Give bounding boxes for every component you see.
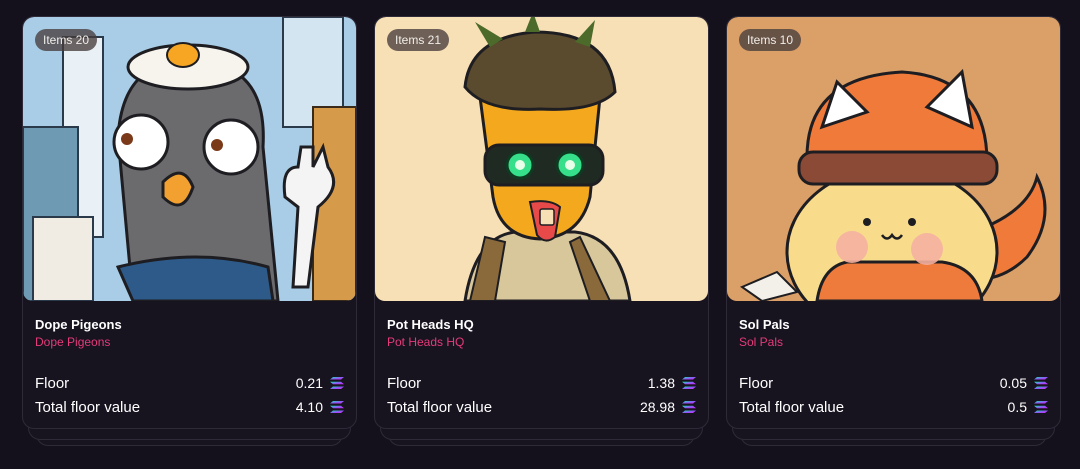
collection-image: Items 21 [375,17,708,301]
total-floor-label: Total floor value [35,398,141,416]
total-floor-value: 4.10 [295,399,323,415]
total-floor-row: Total floor value 28.98 [387,395,696,419]
collection-subtitle[interactable]: Sol Pals [739,335,1048,349]
total-floor-row: Total floor value 4.10 [35,395,344,419]
collection-image: Items 10 [727,17,1060,301]
solana-icon [682,401,696,413]
collection-image: Items 20 [23,17,356,301]
collection-card-sol-pals[interactable]: Items 10 Sol Pals Sol Pals Floor 0.05 To… [726,16,1061,429]
floor-row: Floor 0.21 [35,371,344,395]
solana-icon [682,377,696,389]
floor-value: 0.05 [999,375,1027,391]
items-count-badge: Items 20 [35,29,98,51]
collection-stack: Items 20 Dope Pigeons Dope Pigeons Floor… [22,16,357,446]
collection-stack: Items 21 Pot Heads HQ Pot Heads HQ Floor… [374,16,709,446]
floor-label: Floor [387,374,422,392]
solana-icon [1034,377,1048,389]
collection-card-pot-heads-hq[interactable]: Items 21 Pot Heads HQ Pot Heads HQ Floor… [374,16,709,429]
collections-grid: Items 20 Dope Pigeons Dope Pigeons Floor… [22,16,1061,446]
floor-value: 1.38 [647,375,675,391]
items-count-badge: Items 21 [387,29,450,51]
total-floor-row: Total floor value 0.5 [739,395,1048,419]
solana-icon [330,377,344,389]
total-floor-label: Total floor value [739,398,845,416]
floor-label: Floor [35,374,70,392]
solana-icon [330,401,344,413]
floor-label: Floor [739,374,774,392]
floor-row: Floor 0.05 [739,371,1048,395]
solana-icon [1034,401,1048,413]
items-count-badge: Items 10 [739,29,802,51]
floor-value: 0.21 [295,375,323,391]
collection-card-dope-pigeons[interactable]: Items 20 Dope Pigeons Dope Pigeons Floor… [22,16,357,429]
collection-name: Sol Pals [739,317,790,332]
total-floor-value: 0.5 [1007,399,1027,415]
collection-subtitle[interactable]: Dope Pigeons [35,335,344,349]
collection-subtitle[interactable]: Pot Heads HQ [387,335,696,349]
floor-row: Floor 1.38 [387,371,696,395]
total-floor-label: Total floor value [387,398,493,416]
collection-name: Pot Heads HQ [387,317,474,332]
collection-stack: Items 10 Sol Pals Sol Pals Floor 0.05 To… [726,16,1061,446]
collection-name: Dope Pigeons [35,317,122,332]
total-floor-value: 28.98 [639,399,675,415]
